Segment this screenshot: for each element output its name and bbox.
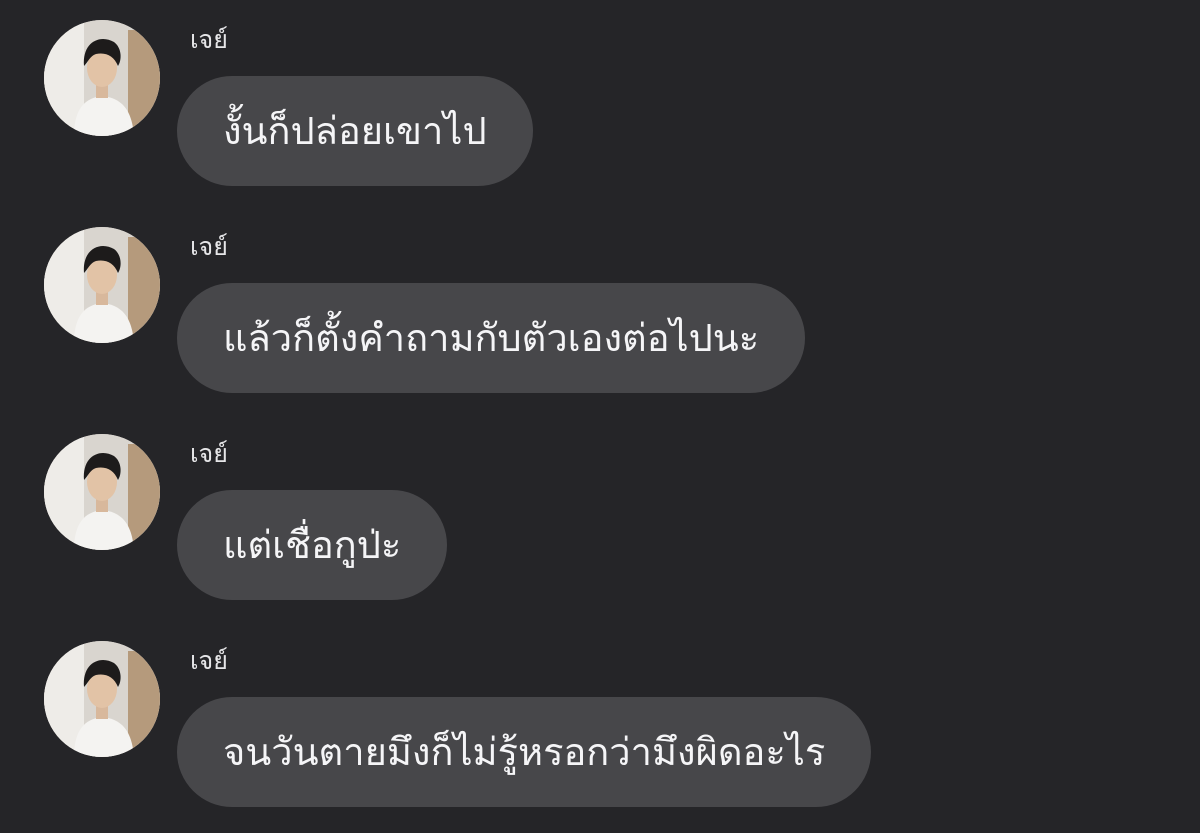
avatar-photo (44, 227, 160, 343)
sender-name: เจย์ (190, 646, 228, 675)
message-text: แต่เชื่อกูป่ะ (223, 523, 402, 567)
message-row: เจย์ จนวันตายมึงก็ไม่รู้หรอกว่ามึงผิดอะไ… (0, 621, 1200, 821)
message-text: แล้วก็ตั้งคำถามกับตัวเองต่อไปนะ (223, 316, 760, 360)
sender-name: เจย์ (190, 439, 228, 468)
avatar-photo (44, 20, 160, 136)
message-bubble[interactable]: งั้นก็ปล่อยเขาไป (177, 76, 533, 186)
message-row: เจย์ แล้วก็ตั้งคำถามกับตัวเองต่อไปนะ (0, 207, 1200, 407)
message-text: จนวันตายมึงก็ไม่รู้หรอกว่ามึงผิดอะไร (223, 730, 826, 774)
sender-name: เจย์ (190, 25, 228, 54)
message-bubble[interactable]: แต่เชื่อกูป่ะ (177, 490, 448, 600)
message-row: เจย์ แต่เชื่อกูป่ะ (0, 414, 1200, 614)
avatar-photo (44, 641, 160, 757)
avatar-photo (44, 434, 160, 550)
message-bubble[interactable]: จนวันตายมึงก็ไม่รู้หรอกว่ามึงผิดอะไร (177, 697, 872, 807)
sender-name: เจย์ (190, 232, 228, 261)
avatar[interactable] (44, 227, 160, 343)
message-row: เจย์ งั้นก็ปล่อยเขาไป (0, 0, 1200, 200)
message-text: งั้นก็ปล่อยเขาไป (223, 109, 487, 153)
avatar[interactable] (44, 20, 160, 136)
avatar[interactable] (44, 641, 160, 757)
avatar[interactable] (44, 434, 160, 550)
chat-thread: เจย์ งั้นก็ปล่อยเขาไป เจย์ แล้วก็ตั้งคำถ… (0, 0, 1200, 833)
message-bubble[interactable]: แล้วก็ตั้งคำถามกับตัวเองต่อไปนะ (177, 283, 806, 393)
